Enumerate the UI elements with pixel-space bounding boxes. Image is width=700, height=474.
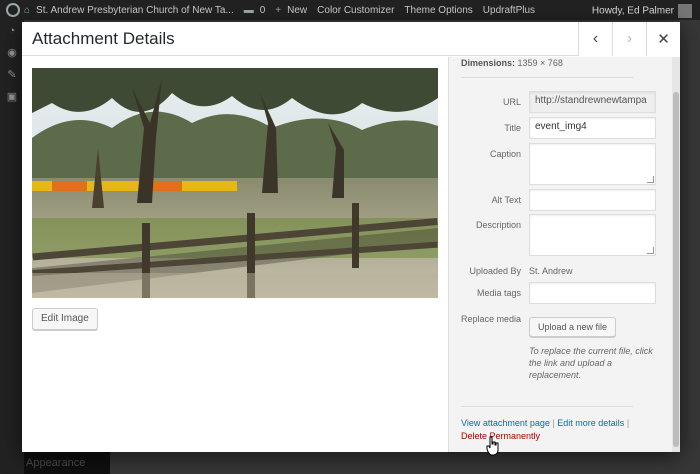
alt-text-label: Alt Text <box>491 195 521 205</box>
account-menu[interactable]: Howdy, Ed Palmer <box>592 4 692 18</box>
posts-icon[interactable]: ✎ <box>0 64 24 86</box>
alt-text-field[interactable] <box>529 189 656 211</box>
color-customizer-link[interactable]: Color Customizer <box>317 5 394 16</box>
replace-media-help: To replace the current file, click the l… <box>529 346 653 380</box>
close-modal-button[interactable]: ✕ <box>646 22 680 56</box>
howdy-label: Howdy, Ed Palmer <box>591 5 674 17</box>
attachment-info-sidebar: Dimensions: 1359 × 768 URL http://standr… <box>448 57 680 452</box>
attachment-details-modal: Attachment Details ‹ › ✕ Edit Image Dime… <box>22 22 680 452</box>
chevron-left-icon: ‹ <box>592 30 599 47</box>
admin-sidebar: ◔ ◉ ✎ ▣ <box>0 20 24 474</box>
title-label: Title <box>504 123 521 133</box>
uploaded-by-value: St. Andrew <box>529 266 573 276</box>
comments-icon: ▬ <box>243 4 254 16</box>
media-icon[interactable]: ▣ <box>0 86 24 108</box>
url-label: URL <box>502 97 521 107</box>
new-content-link[interactable]: New <box>287 5 307 16</box>
wordpress-logo-icon[interactable] <box>6 3 20 17</box>
view-attachment-page-link[interactable]: View attachment page <box>461 418 550 428</box>
edit-more-details-link[interactable]: Edit more details <box>557 418 624 428</box>
replace-media-label: Replace media <box>460 314 521 324</box>
sidebar-scrollbar-thumb[interactable] <box>673 92 679 447</box>
title-field[interactable]: event_img4 <box>529 117 656 139</box>
site-name-link[interactable]: St. Andrew Presbyterian Church of New Ta… <box>36 5 234 16</box>
upload-new-file-button[interactable]: Upload a new file <box>529 317 617 337</box>
updraftplus-link[interactable]: UpdraftPlus <box>483 5 535 16</box>
uploaded-by-label: Uploaded By <box>469 266 521 276</box>
edit-image-button[interactable]: Edit Image <box>32 308 98 330</box>
description-field[interactable] <box>529 214 656 256</box>
modal-title: Attachment Details <box>32 29 175 48</box>
dashboard-icon[interactable]: ◔ <box>0 20 24 42</box>
attachment-image <box>32 68 438 298</box>
chevron-right-icon: › <box>626 30 633 47</box>
attachment-media-view: Edit Image <box>22 57 448 452</box>
caption-label: Caption <box>489 149 521 159</box>
dimensions-value: 1359 × 768 <box>517 58 563 68</box>
admin-bar: ⌂ St. Andrew Presbyterian Church of New … <box>0 0 700 20</box>
dimensions-row: Dimensions: 1359 × 768 <box>461 58 563 68</box>
modal-header: Attachment Details ‹ › ✕ <box>22 22 680 56</box>
jetpack-icon[interactable]: ◉ <box>0 42 24 64</box>
url-field[interactable]: http://standrewnewtampa <box>529 91 656 113</box>
divider <box>461 406 633 407</box>
previous-attachment-button[interactable]: ‹ <box>578 22 612 56</box>
separator: | <box>626 418 630 428</box>
caption-field[interactable] <box>529 143 656 185</box>
next-attachment-button[interactable]: › <box>612 22 646 56</box>
plus-icon: + <box>275 4 282 16</box>
description-label: Description <box>475 220 521 230</box>
delete-permanently-link[interactable]: Delete Permanently <box>461 431 540 441</box>
theme-options-link[interactable]: Theme Options <box>404 5 472 16</box>
separator: | <box>552 418 555 428</box>
hand-cursor-icon <box>486 436 499 456</box>
divider <box>461 77 633 78</box>
comments-count[interactable]: 0 <box>260 5 266 16</box>
avatar <box>678 4 692 18</box>
dimensions-label: Dimensions: <box>461 58 516 68</box>
media-tags-field[interactable] <box>529 282 656 304</box>
media-tags-label: Media tags <box>476 288 521 298</box>
home-icon: ⌂ <box>24 4 31 16</box>
close-icon: ✕ <box>657 31 670 48</box>
